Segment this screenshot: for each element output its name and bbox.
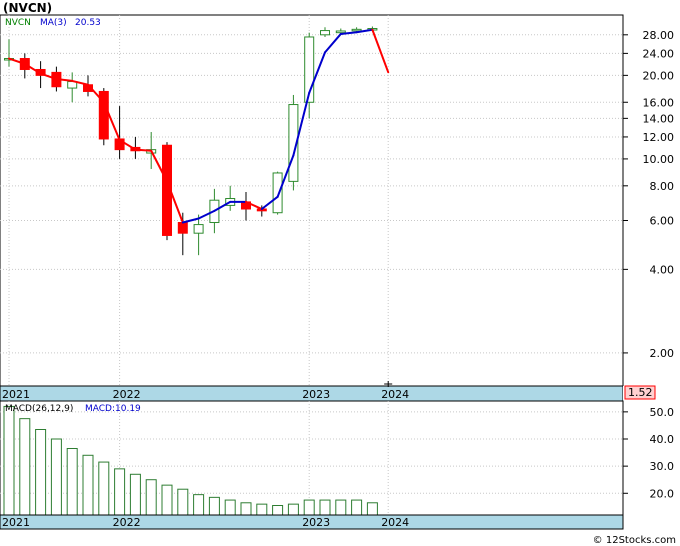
macd-bar [240, 502, 252, 516]
candle-body [272, 172, 283, 214]
price-y-tick-label: 4.00 [650, 263, 675, 276]
candle-body [335, 30, 346, 34]
price-x-label: 2024 [381, 388, 409, 401]
macd-bar [366, 502, 378, 516]
price-y-axis: 2.00 4.00 6.00 8.00 10.00 12.00 14.00 16.00 20.0… [623, 29, 674, 360]
price-y-tick-label: 28.00 [643, 29, 675, 42]
chart-title: (NVCN) [3, 1, 52, 15]
macd-y-tick-label: 30.0 [650, 460, 675, 473]
ma-segment [134, 148, 153, 152]
macd-bar [224, 499, 236, 516]
macd-bar [35, 429, 47, 516]
ma-label: MA(3) [40, 18, 67, 28]
stock-chart: (NVCN) NVCN MA(3) 20.53 2.00 4.00 6.00 8.00… [0, 1, 680, 546]
macd-value: MACD:10.19 [85, 404, 141, 414]
price-y-tick-label: 12.00 [643, 131, 675, 144]
watermark: © 12Stocks.com [593, 535, 676, 546]
macd-bar [114, 468, 126, 516]
macd-bar [82, 454, 94, 516]
price-panel: NVCN MA(3) 20.53 2.00 4.00 6.00 8.00 10.00 12… [0, 14, 674, 387]
macd-y-tick-label: 50.0 [650, 406, 675, 419]
macd-bar [351, 499, 363, 516]
macd-bar [193, 494, 205, 516]
macd-y-tick-label: 20.0 [650, 487, 675, 500]
macd-panel: MACD(26,12,9) MACD:10.19 20.0 30.0 40.0 50.… [0, 400, 674, 516]
ticker-label: NVCN [5, 18, 31, 28]
price-x-label: 2022 [113, 388, 141, 401]
price-x-label: 2021 [2, 388, 30, 401]
macd-bar [145, 479, 157, 516]
ma-value: 20.53 [75, 18, 101, 28]
macd-bar [129, 473, 141, 516]
macd-bar [208, 496, 220, 516]
macd-bar [335, 499, 347, 516]
macd-bar [98, 461, 110, 516]
macd-bar [303, 499, 315, 516]
macd-bar [161, 484, 173, 516]
price-y-tick-label: 6.00 [650, 214, 675, 227]
price-y-tick-label: 16.00 [643, 96, 675, 109]
price-y-tick-label: 14.00 [643, 112, 675, 125]
macd-bar [19, 418, 31, 516]
macd-y-axis: 20.0 30.0 40.0 50.0 [623, 406, 674, 500]
candle-body [177, 222, 188, 234]
macd-y-tick-label: 40.0 [650, 433, 675, 446]
candle-body [351, 28, 362, 32]
macd-bar [272, 505, 284, 516]
macd-bar [287, 503, 299, 516]
macd-bar [50, 438, 62, 516]
macd-x-label: 2022 [113, 516, 141, 529]
price-x-label: 2023 [302, 388, 330, 401]
macd-bar [3, 405, 15, 516]
last-price-label: 1.52 [628, 386, 653, 399]
macd-bar [256, 503, 268, 516]
macd-x-label: 2023 [302, 516, 330, 529]
price-y-tick-label: 8.00 [650, 180, 675, 193]
candle-body [320, 30, 330, 36]
macd-label: MACD(26,12,9) [5, 404, 73, 414]
price-y-tick-label: 24.00 [643, 47, 675, 60]
macd-x-label: 2021 [2, 516, 30, 529]
price-y-tick-label: 20.00 [643, 69, 675, 82]
macd-bar [319, 499, 331, 516]
price-y-tick-label: 10.00 [643, 153, 675, 166]
macd-x-label: 2024 [381, 516, 409, 529]
candle-body [193, 224, 204, 234]
price-y-tick-label: 2.00 [650, 347, 675, 360]
macd-bar [177, 488, 189, 516]
macd-bar [66, 448, 78, 516]
